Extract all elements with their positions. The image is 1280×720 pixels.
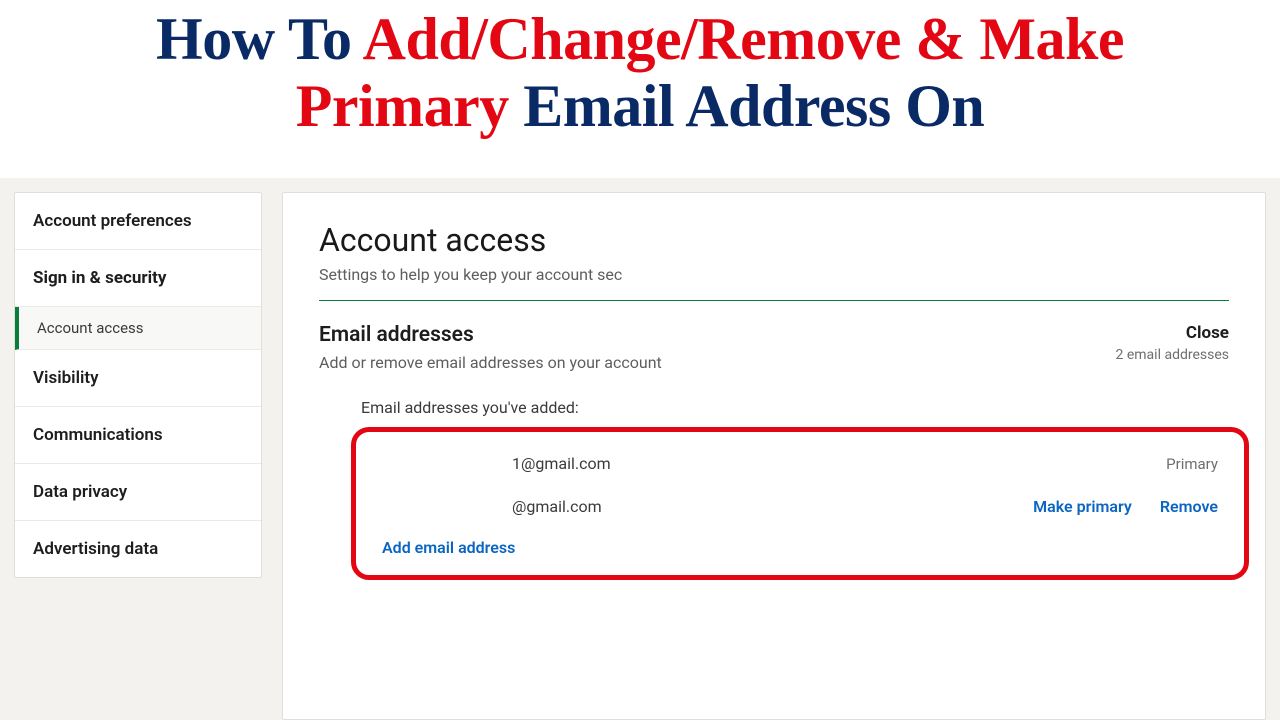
sidebar-item-visibility[interactable]: Visibility (15, 350, 261, 407)
email-count: 2 email addresses (1116, 347, 1229, 363)
sidebar-item-sign-in-security[interactable]: Sign in & security (15, 250, 261, 307)
email-list-label: Email addresses you've added: (361, 398, 1229, 417)
page-title: Account access (319, 221, 1229, 259)
sidebar-item-communications[interactable]: Communications (15, 407, 261, 464)
sidebar-item-account-access[interactable]: Account access (15, 307, 261, 350)
email-address: @gmail.com (382, 497, 1005, 516)
make-primary-button[interactable]: Make primary (1033, 497, 1132, 516)
title-part: Add/Change/Remove & Make (363, 6, 1124, 72)
remove-button[interactable]: Remove (1160, 497, 1218, 516)
sidebar-item-account-preferences[interactable]: Account preferences (15, 193, 261, 250)
highlight-box: 1@gmail.com Primary @gmail.com Make prim… (351, 427, 1249, 580)
section-desc: Add or remove email addresses on your ac… (319, 353, 662, 372)
email-address: 1@gmail.com (382, 454, 1166, 473)
close-button[interactable]: Close (1116, 323, 1229, 343)
title-part: Email Address On (523, 73, 984, 139)
email-addresses-section: Email addresses Add or remove email addr… (319, 323, 1229, 580)
sidebar-item-data-privacy[interactable]: Data privacy (15, 464, 261, 521)
email-row: 1@gmail.com Primary (376, 442, 1224, 485)
settings-page: Account preferences Sign in & security A… (0, 178, 1280, 720)
sidebar-item-advertising-data[interactable]: Advertising data (15, 521, 261, 577)
title-part: Primary (296, 73, 524, 139)
primary-tag: Primary (1166, 455, 1218, 473)
email-row: @gmail.com Make primary Remove (376, 485, 1224, 528)
page-subtitle: Settings to help you keep your account s… (319, 265, 1229, 301)
section-title: Email addresses (319, 323, 662, 347)
add-email-button[interactable]: Add email address (376, 528, 1224, 561)
hero-title: How To Add/Change/Remove & Make Primary … (0, 6, 1280, 140)
title-part: How To (156, 6, 363, 72)
main-panel: Account access Settings to help you keep… (282, 192, 1266, 720)
sidebar: Account preferences Sign in & security A… (14, 192, 262, 578)
